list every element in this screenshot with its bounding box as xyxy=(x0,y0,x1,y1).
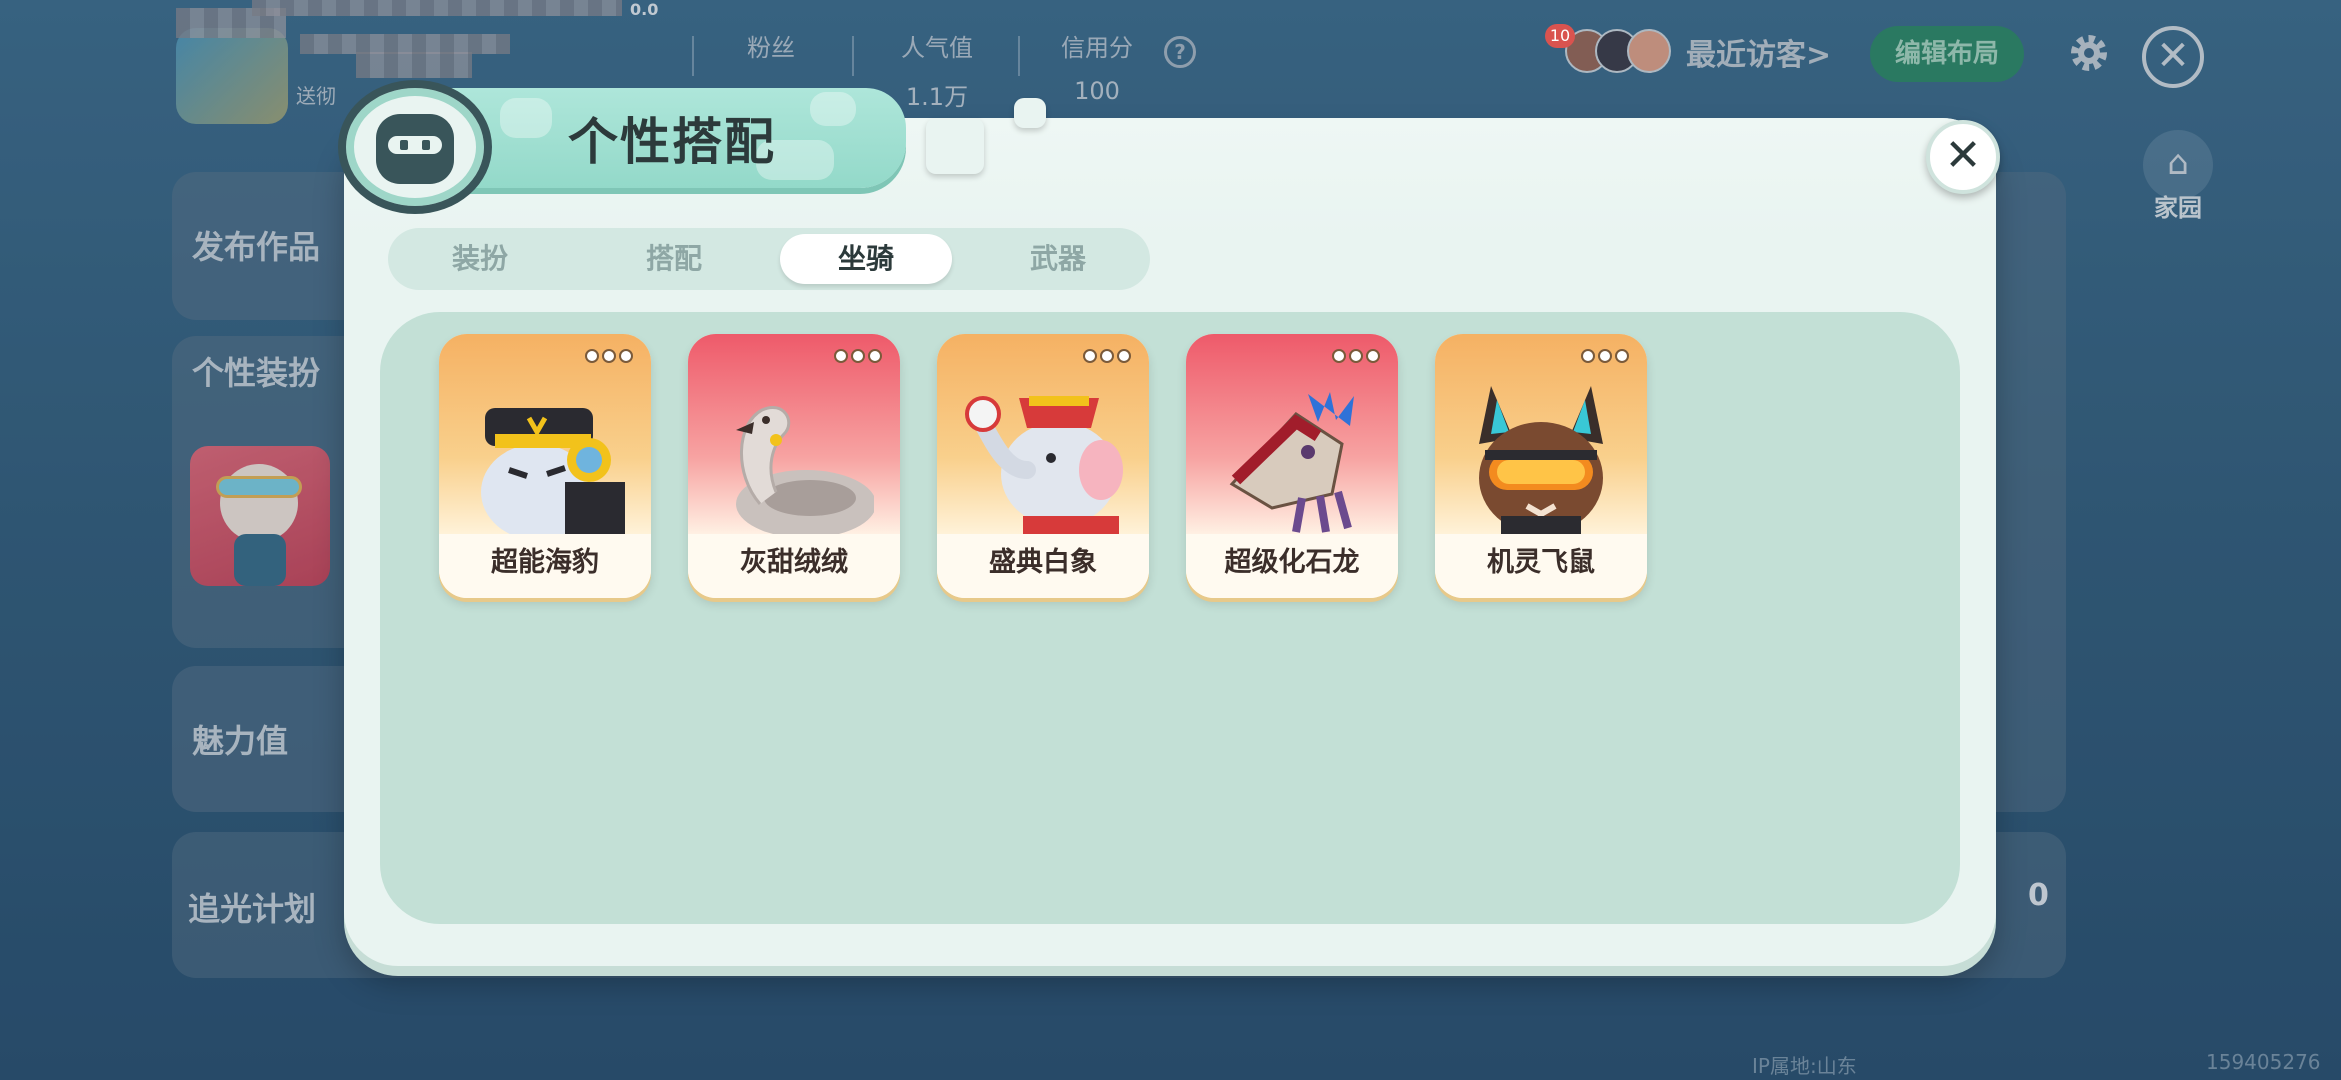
blurred-name xyxy=(300,34,510,54)
blurred-name xyxy=(252,0,622,16)
stat-follow xyxy=(524,28,694,42)
flying-squirrel-icon xyxy=(1479,386,1603,534)
stat-credit: 信用分 100 xyxy=(1061,34,1133,105)
help-icon[interactable]: ? xyxy=(1164,36,1196,68)
mount-card[interactable]: 超能海豹 xyxy=(439,334,651,598)
stat-fans: 粉丝 xyxy=(747,34,795,62)
mount-card[interactable]: 机灵飞鼠 xyxy=(1435,334,1647,598)
mount-name: 灰甜绒绒 xyxy=(688,534,900,598)
decoration xyxy=(926,118,984,174)
gray-swan-icon xyxy=(736,406,874,534)
home-label: 家园 xyxy=(2154,194,2202,222)
white-elephant-icon xyxy=(965,396,1123,534)
mount-card[interactable]: 超级化石龙 xyxy=(1186,334,1398,598)
mount-name: 超级化石龙 xyxy=(1186,534,1398,598)
tab-weapon[interactable]: 武器 xyxy=(972,234,1144,284)
more-options-icon[interactable] xyxy=(831,348,882,367)
tab-mount[interactable]: 坐骑 xyxy=(780,234,952,284)
publish-label: 发布作品 xyxy=(192,228,321,266)
charm-label: 魅力值 xyxy=(192,722,289,760)
decoration xyxy=(1014,98,1046,128)
tab-combination[interactable]: 搭配 xyxy=(588,234,760,284)
recent-visitors-link[interactable]: 最近访客> xyxy=(1686,30,1831,74)
ip-location: IP属地:山东 xyxy=(1752,1054,1857,1078)
version-text: 0.0 xyxy=(630,0,659,19)
player-tag: 送彻 xyxy=(296,84,336,108)
visitor-count-badge: 10 xyxy=(1545,24,1575,48)
outfit-label: 个性装扮 xyxy=(192,354,321,392)
visitor-avatar xyxy=(1627,29,1671,73)
close-icon[interactable]: ✕ xyxy=(2142,26,2204,88)
more-options-icon[interactable] xyxy=(1578,348,1629,367)
super-seal-icon xyxy=(481,408,625,534)
player-avatar xyxy=(176,28,288,124)
tab-outfit[interactable]: 装扮 xyxy=(394,234,566,284)
mask-icon xyxy=(338,80,492,214)
edit-layout-button[interactable]: 编辑布局 xyxy=(1870,26,2024,82)
mount-card[interactable]: 盛典白象 xyxy=(937,334,1149,598)
mount-name: 机灵飞鼠 xyxy=(1435,534,1647,598)
fossil-dragon-icon xyxy=(1229,392,1354,533)
more-options-icon[interactable] xyxy=(1329,348,1380,367)
category-tabs: 装扮 搭配 坐骑 武器 xyxy=(388,228,1150,290)
more-options-icon[interactable] xyxy=(582,348,633,367)
gear-icon[interactable] xyxy=(2066,30,2112,76)
home-button[interactable]: ⌂ 家园 xyxy=(2142,130,2214,222)
mount-card[interactable]: 灰甜绒绒 xyxy=(688,334,900,598)
count-value: 0 xyxy=(2028,878,2049,913)
modal-title: 个性搭配 xyxy=(568,113,776,171)
mount-name: 盛典白象 xyxy=(937,534,1149,598)
blurred-name xyxy=(356,52,472,78)
recent-visitor-avatars[interactable]: 10 xyxy=(1545,24,1675,74)
modal-close-button[interactable]: ✕ xyxy=(1926,120,2000,194)
more-options-icon[interactable] xyxy=(1080,348,1131,367)
avatar-thumbnail xyxy=(190,446,330,586)
player-id: 159405276 xyxy=(2206,1050,2321,1074)
mount-name: 超能海豹 xyxy=(439,534,651,598)
chase-light-label: 追光计划 xyxy=(188,890,317,928)
